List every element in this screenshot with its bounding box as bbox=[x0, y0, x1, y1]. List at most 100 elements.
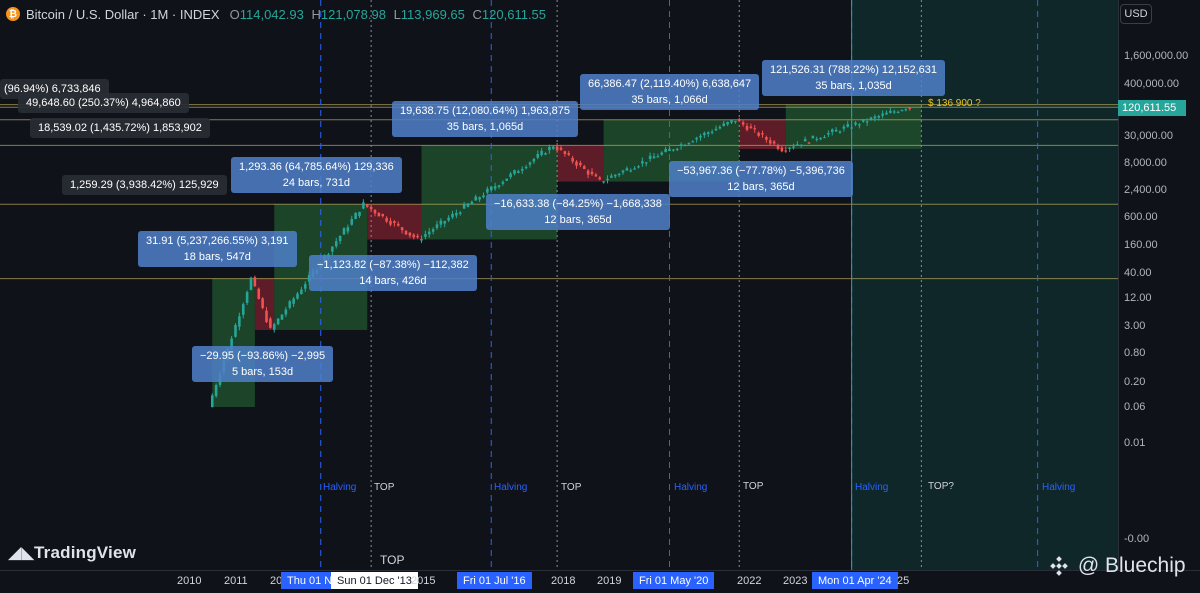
measure-box[interactable]: 19,638.75 (12,080.64%) 1,963,875 35 bars,… bbox=[392, 101, 579, 137]
candle bbox=[373, 210, 377, 214]
candle bbox=[796, 144, 799, 146]
halving-label: Halving bbox=[674, 482, 708, 493]
price-tick: 0.80 bbox=[1124, 347, 1146, 359]
candle bbox=[455, 212, 458, 216]
candle bbox=[737, 119, 741, 121]
measure-box[interactable]: 31.91 (5,237,266.55%) 3,191 18 bars, 547d bbox=[138, 231, 297, 267]
candle bbox=[431, 229, 435, 232]
price-tick: 0.20 bbox=[1124, 376, 1146, 388]
candle bbox=[722, 123, 726, 126]
candle bbox=[257, 288, 261, 299]
price-tick: 160.00 bbox=[1124, 239, 1158, 251]
candle bbox=[730, 120, 733, 123]
candle bbox=[865, 121, 869, 123]
candle bbox=[284, 309, 288, 315]
time-badge: Mon 01 Apr '24 bbox=[812, 572, 898, 589]
candle bbox=[827, 132, 830, 135]
tradingview-icon: ◢◣ bbox=[8, 543, 35, 563]
candle bbox=[889, 110, 892, 113]
candle bbox=[784, 150, 788, 152]
candle bbox=[803, 139, 807, 142]
candle bbox=[714, 128, 718, 131]
candle bbox=[753, 128, 757, 130]
candle bbox=[637, 166, 640, 168]
candle bbox=[710, 131, 714, 133]
candle bbox=[761, 133, 764, 135]
measure-box[interactable]: 1,293.36 (64,785.64%) 129,336 24 bars, 73… bbox=[231, 157, 402, 193]
candle bbox=[365, 204, 369, 207]
candle bbox=[338, 235, 342, 242]
time-tick: 2022 bbox=[737, 575, 762, 587]
candle bbox=[582, 166, 586, 169]
candle bbox=[590, 171, 594, 175]
candle bbox=[269, 318, 272, 328]
candle bbox=[265, 310, 268, 323]
candle bbox=[416, 235, 419, 238]
candle bbox=[579, 162, 582, 166]
candle bbox=[660, 152, 664, 155]
candle bbox=[656, 156, 660, 158]
currency-selector[interactable]: USD bbox=[1120, 4, 1152, 24]
candle bbox=[559, 147, 563, 150]
candle bbox=[296, 293, 299, 299]
price-tick: 2,400.00 bbox=[1124, 184, 1167, 196]
time-tick: 2010 bbox=[177, 575, 202, 587]
candle bbox=[505, 178, 509, 181]
candle bbox=[381, 213, 385, 217]
candle bbox=[524, 166, 528, 169]
candle bbox=[726, 121, 729, 125]
candle bbox=[540, 150, 543, 155]
candle bbox=[861, 119, 865, 122]
measure-box[interactable]: 1,259.29 (3,938.42%) 125,929 bbox=[62, 175, 227, 195]
candle bbox=[489, 186, 493, 191]
measure-box[interactable]: 121,526.31 (788.22%) 12,152,631 35 bars, … bbox=[762, 60, 945, 96]
measure-box[interactable]: −16,633.38 (−84.25%) −1,668,338 12 bars, … bbox=[486, 194, 670, 230]
candle bbox=[904, 109, 908, 111]
candle bbox=[261, 298, 264, 308]
candle bbox=[555, 146, 559, 151]
bitcoin-icon: ₿ bbox=[6, 7, 20, 21]
measure-box[interactable]: −53,967.36 (−77.78%) −5,396,736 12 bars, … bbox=[669, 161, 853, 197]
candle bbox=[621, 170, 625, 173]
candle bbox=[668, 148, 671, 152]
measure-box[interactable]: 18,539.02 (1,435.72%) 1,853,902 bbox=[30, 118, 210, 138]
candle bbox=[389, 220, 392, 225]
price-tick: 8,000.00 bbox=[1124, 157, 1167, 169]
candle bbox=[493, 186, 497, 189]
measure-box[interactable]: −1,123.82 (−87.38%) −112,382 14 bars, 426… bbox=[309, 255, 477, 291]
candle bbox=[695, 137, 698, 140]
candle bbox=[788, 147, 791, 150]
candle bbox=[594, 174, 598, 177]
candle bbox=[598, 177, 602, 180]
measure-box[interactable]: −29.95 (−93.86%) −2,995 5 bars, 153d bbox=[192, 346, 334, 382]
candle bbox=[652, 156, 656, 159]
candle bbox=[679, 144, 683, 147]
candle bbox=[610, 175, 613, 178]
candle bbox=[741, 122, 745, 125]
candle bbox=[342, 228, 346, 235]
candle bbox=[447, 217, 450, 221]
candle bbox=[234, 324, 237, 337]
ohlc-readout: O114,042.93 H121,078.98 L113,969.65 C120… bbox=[229, 6, 547, 22]
price-tick: 3.00 bbox=[1124, 320, 1146, 332]
symbol-title[interactable]: Bitcoin / U.S. Dollar · 1M · INDEX bbox=[26, 7, 220, 22]
candle bbox=[517, 171, 520, 174]
candle bbox=[292, 298, 295, 304]
candle bbox=[253, 277, 257, 287]
measure-box[interactable]: 49,648.60 (250.37%) 4,964,860 bbox=[18, 93, 189, 113]
candle bbox=[272, 324, 276, 330]
candle bbox=[288, 301, 292, 308]
top-label: TOP bbox=[374, 482, 395, 493]
time-badge: Fri 01 Jul '16 bbox=[457, 572, 532, 589]
candle bbox=[451, 213, 454, 218]
candle bbox=[571, 157, 574, 162]
candle bbox=[633, 168, 636, 170]
measure-box[interactable]: 66,386.47 (2,119.40%) 6,638,647 35 bars, … bbox=[580, 74, 760, 110]
candle bbox=[303, 284, 307, 289]
candle bbox=[815, 138, 819, 141]
candle bbox=[420, 238, 423, 241]
candle bbox=[683, 145, 687, 147]
price-target-label: $ 136 900 ? bbox=[928, 98, 981, 109]
candle bbox=[462, 204, 466, 209]
candle bbox=[699, 135, 702, 138]
